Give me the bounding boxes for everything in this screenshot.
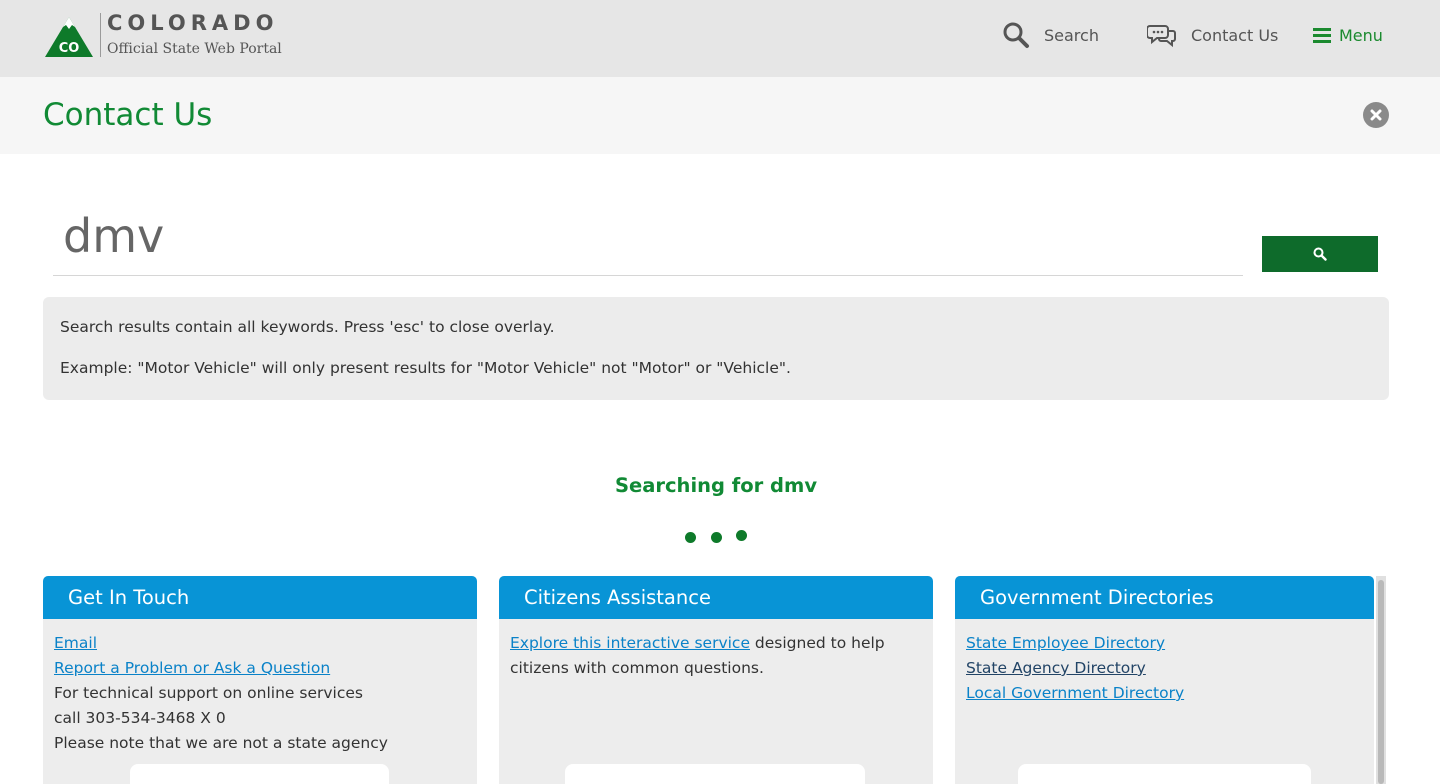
- loading-dot-3: [736, 530, 747, 541]
- card-government-directories: Government Directories State Employee Di…: [955, 576, 1374, 784]
- card-action-area[interactable]: [1018, 764, 1311, 784]
- logo-divider: [100, 13, 101, 57]
- support-phone: call 303-534-3468 X 0: [54, 709, 226, 727]
- site-header: CO COLORADO Official State Web Portal Se…: [0, 0, 1440, 77]
- interactive-service-link[interactable]: Explore this interactive service: [510, 634, 750, 652]
- searching-status: Searching for dmv: [614, 474, 818, 497]
- logo-subtitle: Official State Web Portal: [107, 41, 282, 57]
- nav-contact-label: Contact Us: [1191, 25, 1279, 45]
- nav-search[interactable]: Search: [1002, 20, 1099, 50]
- search-help-line-1: Search results contain all keywords. Pre…: [60, 318, 555, 336]
- email-link[interactable]: Email: [54, 634, 97, 652]
- card-title: Citizens Assistance: [499, 576, 933, 619]
- loading-dot-2: [711, 532, 722, 543]
- card-title: Get In Touch: [43, 576, 477, 619]
- state-employee-directory-link[interactable]: State Employee Directory: [966, 634, 1165, 652]
- nav-menu[interactable]: Menu: [1313, 20, 1383, 50]
- logo-mark-text: CO: [59, 41, 80, 56]
- overlay-scrollbar-thumb[interactable]: [1378, 580, 1384, 784]
- card-get-in-touch: Get In Touch Email Report a Problem or A…: [43, 576, 477, 784]
- colorado-logo[interactable]: CO COLORADO Official State Web Portal: [44, 11, 304, 63]
- chat-icon: [1147, 25, 1176, 48]
- logo-mountain-icon: CO: [45, 17, 93, 57]
- report-problem-link[interactable]: Report a Problem or Ask a Question: [54, 659, 330, 677]
- nav-search-label: Search: [1044, 25, 1099, 45]
- local-government-directory-link[interactable]: Local Government Directory: [966, 684, 1184, 702]
- search-input[interactable]: [53, 196, 1243, 276]
- close-icon: [1370, 109, 1382, 121]
- nav-menu-label: Menu: [1339, 25, 1383, 45]
- state-agency-directory-link[interactable]: State Agency Directory: [966, 659, 1146, 677]
- search-submit-button[interactable]: [1262, 236, 1378, 272]
- card-action-area[interactable]: [565, 764, 865, 784]
- nav-contact-us[interactable]: Contact Us: [1147, 20, 1278, 50]
- search-help-line-2: Example: "Motor Vehicle" will only prese…: [60, 359, 791, 377]
- hamburger-icon: [1313, 28, 1331, 43]
- search-help-box: Search results contain all keywords. Pre…: [43, 297, 1389, 400]
- loading-dot-1: [685, 532, 696, 543]
- card-title: Government Directories: [955, 576, 1374, 619]
- magnifier-icon: [1313, 247, 1327, 261]
- overlay-titlebar: Contact Us: [0, 77, 1440, 154]
- overlay-title: Contact Us: [43, 97, 213, 133]
- logo-wordmark: COLORADO: [107, 11, 279, 35]
- close-overlay-button[interactable]: [1363, 102, 1389, 128]
- support-text: For technical support on online services: [54, 684, 363, 702]
- search-icon: [1003, 22, 1029, 48]
- card-action-area[interactable]: [130, 764, 389, 784]
- card-citizens-assistance: Citizens Assistance Explore this interac…: [499, 576, 933, 784]
- agency-note: Please note that we are not a state agen…: [54, 734, 388, 752]
